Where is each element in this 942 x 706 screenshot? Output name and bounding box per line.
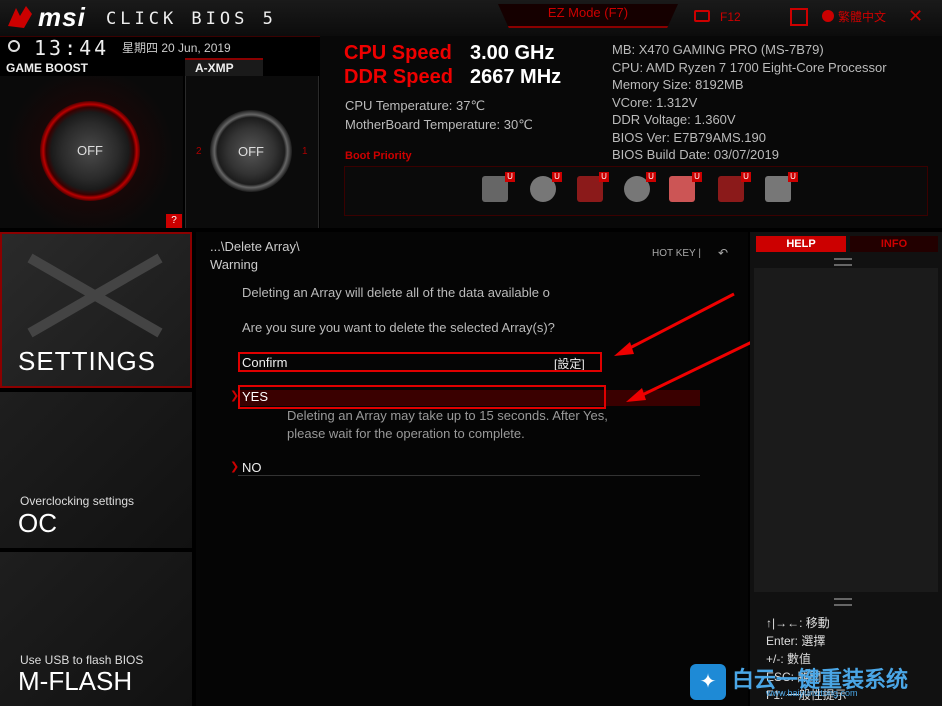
ddr-speed-value: 2667 MHz: [470, 66, 562, 88]
help-button[interactable]: ?: [166, 214, 182, 228]
tab-info[interactable]: INFO: [850, 236, 938, 252]
f12-label[interactable]: F12: [720, 10, 741, 24]
cpu-temperature: CPU Temperature: 37℃: [345, 98, 486, 113]
boot-badge: U: [599, 172, 609, 182]
bios-version: BIOS Ver: E7B79AMS.190: [612, 129, 766, 145]
scroll-down-handle[interactable]: [834, 598, 852, 606]
no-option[interactable]: NO: [242, 460, 262, 475]
cpu-model: CPU: AMD Ryzen 7 1700 Eight-Core Process…: [612, 59, 887, 75]
language-button[interactable]: 繁體中文: [838, 8, 886, 25]
game-boost-label: GAME BOOST: [6, 61, 89, 75]
clock-date: 星期四 20 Jun, 2019: [122, 41, 231, 55]
msi-dragon-logo: [8, 6, 32, 28]
clock-time: 13:44: [34, 36, 110, 60]
divider: [238, 475, 700, 476]
tools-icon: [27, 253, 163, 338]
cpu-speed-label: CPU Speed: [344, 42, 452, 64]
scroll-up-handle[interactable]: [834, 258, 852, 266]
axmp-profile-2[interactable]: 2: [196, 146, 202, 157]
key-hint: Enter: 選擇: [766, 634, 826, 648]
search-icon[interactable]: [790, 8, 808, 26]
motherboard-temperature: MotherBoard Temperature: 30℃: [345, 117, 533, 132]
globe-icon[interactable]: [822, 10, 834, 22]
msi-logo-text: msi: [38, 2, 86, 32]
breadcrumb: ...\Delete Array\: [210, 239, 300, 254]
click-bios-title: CLICK BIOS 5: [106, 9, 277, 29]
boot-badge: U: [788, 172, 798, 182]
back-icon[interactable]: ↶: [718, 246, 728, 260]
ddr-speed-label: DDR Speed: [344, 66, 453, 88]
boot-badge: U: [646, 172, 656, 182]
boot-badge: U: [552, 172, 562, 182]
boot-badge: U: [741, 172, 751, 182]
clock-icon: [8, 40, 20, 52]
chevron-right-icon: ❯: [230, 461, 240, 473]
system-info-list: MB: X470 GAMING PRO (MS-7B79) CPU: AMD R…: [612, 42, 887, 165]
ddr-voltage: DDR Voltage: 1.360V: [612, 112, 736, 127]
cpu-speed-value: 3.00 GHz: [470, 42, 555, 64]
axmp-state: OFF: [238, 144, 264, 159]
memory-size: Memory Size: 8192MB: [612, 77, 744, 92]
screenshot-icon[interactable]: [694, 10, 710, 22]
mflash-subtitle: Use USB to flash BIOS: [20, 653, 144, 667]
twitter-bird-icon: ✦: [690, 664, 726, 700]
game-boost-state: OFF: [77, 143, 103, 158]
key-hint: ↑|→←: 移動: [766, 616, 830, 630]
bios-build-date: BIOS Build Date: 03/07/2019: [612, 147, 779, 162]
confirm-highlight-box: [238, 352, 602, 372]
help-content: [754, 268, 938, 592]
ez-mode-button[interactable]: EZ Mode (F7): [498, 4, 678, 28]
page-title: Warning: [210, 257, 258, 272]
warning-message: Deleting an Array will delete all of the…: [242, 285, 550, 300]
mb-model: MB: X470 GAMING PRO (MS-7B79): [612, 42, 824, 57]
oc-subtitle: Overclocking settings: [20, 494, 135, 508]
hotkey-button[interactable]: HOT KEY |: [652, 248, 701, 259]
oc-label: OC: [18, 508, 57, 538]
axmp-profile-1[interactable]: 1: [302, 146, 308, 157]
tab-help[interactable]: HELP: [756, 236, 846, 252]
confirm-question: Are you sure you want to delete the sele…: [242, 320, 555, 335]
vcore: VCore: 1.312V: [612, 94, 698, 110]
settings-label: SETTINGS: [18, 346, 157, 376]
boot-badge: U: [692, 172, 702, 182]
yes-highlight-box: [238, 385, 606, 409]
axmp-label: A-XMP: [195, 61, 234, 75]
annotation-arrows: [614, 292, 757, 402]
watermark-url: www.baiyunxitong.com: [766, 688, 858, 698]
boot-badge: U: [505, 172, 515, 182]
close-icon[interactable]: ✕: [908, 6, 923, 27]
boot-priority-label: Boot Priority: [345, 150, 412, 162]
mflash-label: M-FLASH: [18, 666, 133, 696]
yes-description: Deleting an Array may take up to 15 seco…: [287, 408, 608, 441]
